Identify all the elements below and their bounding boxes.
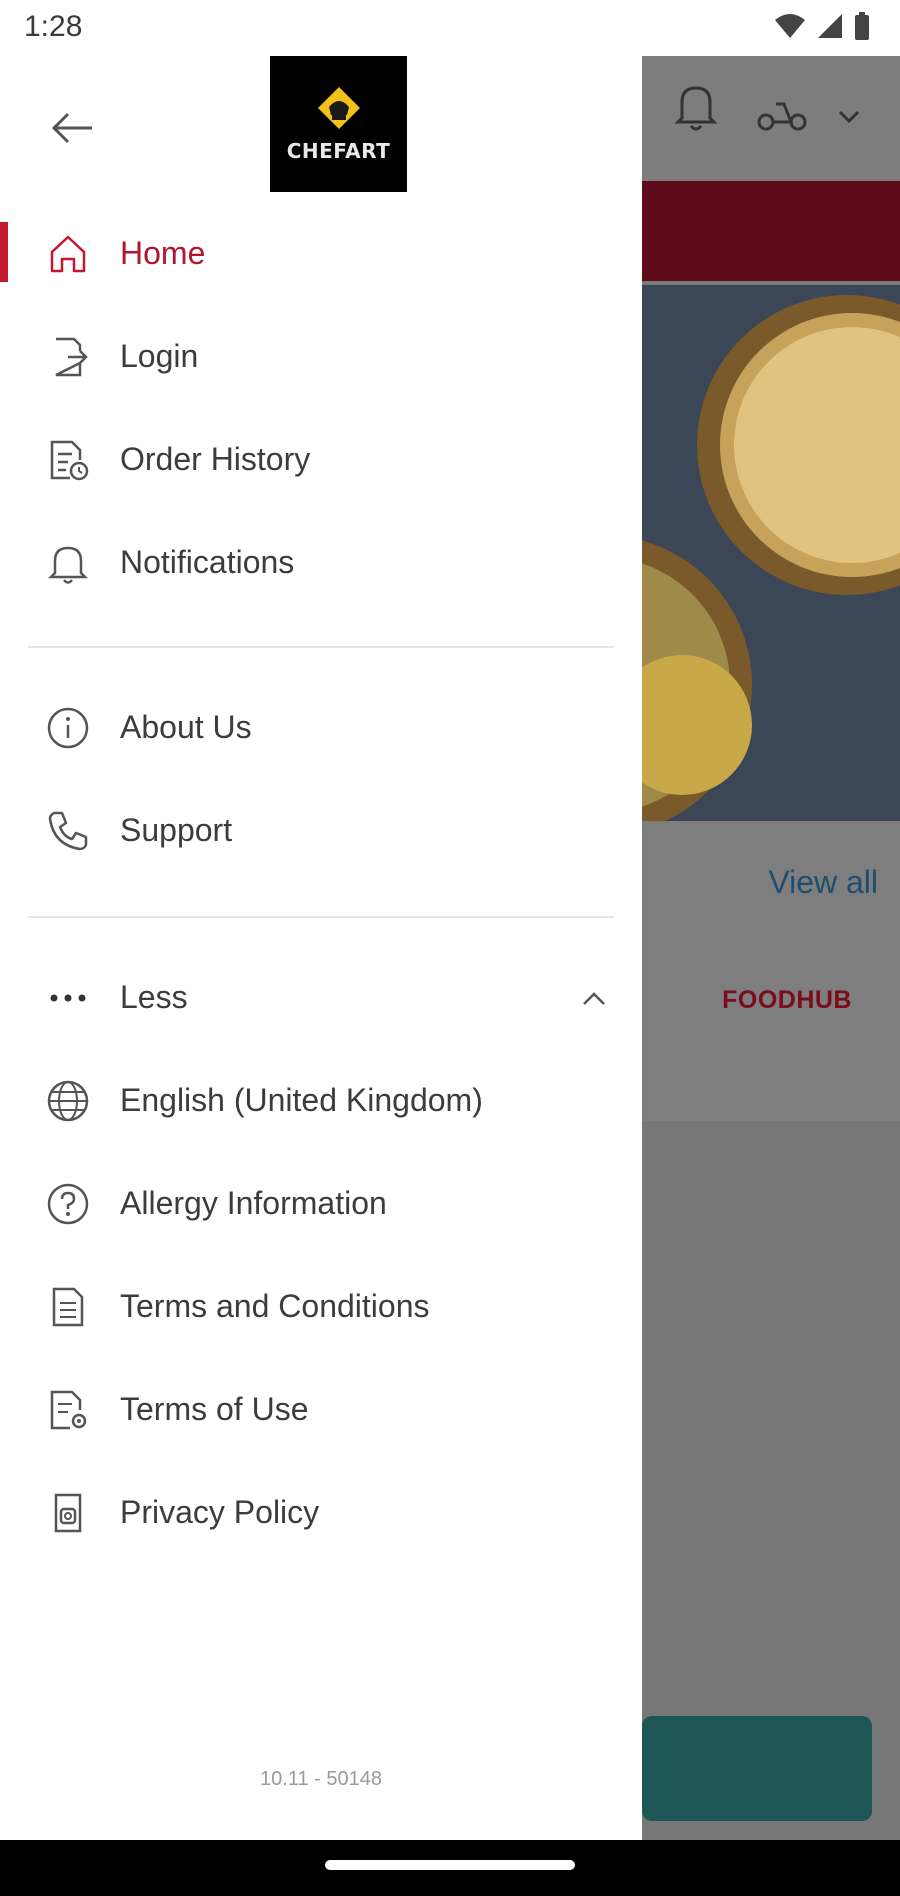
chef-hat-logo-icon <box>317 87 360 129</box>
main-menu: Home Login Order History Notifications <box>0 202 642 614</box>
logo-text: CHEFART <box>286 139 391 163</box>
menu-item-support[interactable]: Support <box>0 779 642 882</box>
menu-item-terms-of-use[interactable]: Terms of Use <box>0 1358 642 1461</box>
status-time: 1:28 <box>24 10 83 43</box>
status-icons <box>774 12 870 40</box>
menu-item-less-toggle[interactable]: Less <box>0 946 642 1049</box>
menu-item-privacy-policy[interactable]: Privacy Policy <box>0 1461 642 1564</box>
background-cta-button[interactable] <box>642 1716 872 1821</box>
menu-item-label: Less <box>120 979 188 1015</box>
menu-item-allergy-information[interactable]: Allergy Information <box>0 1152 642 1255</box>
menu-item-label: About Us <box>120 709 252 745</box>
info-icon <box>44 704 92 752</box>
chevron-down-icon[interactable] <box>838 110 860 124</box>
gesture-nav-bar <box>0 1840 900 1896</box>
foodhub-logo: FOODHUB <box>722 986 852 1014</box>
menu-item-label: Login <box>120 338 199 374</box>
navigation-drawer: CHEFART Home Login Order History Notific… <box>0 56 642 1840</box>
view-all-link[interactable]: View all <box>768 864 878 901</box>
document-icon <box>44 1283 92 1331</box>
pizza-image <box>642 285 900 821</box>
menu-item-language[interactable]: English (United Kingdom) <box>0 1049 642 1152</box>
restaurant-logo: CHEFART <box>270 56 407 192</box>
more-dots-icon <box>44 974 92 1022</box>
document-settings-icon <box>44 1386 92 1434</box>
battery-icon <box>855 12 869 40</box>
app-screen: 1:28 View all FOODHUB CHEFART Home Login… <box>0 0 900 1896</box>
phone-icon <box>44 807 92 855</box>
menu-item-label: Allergy Information <box>120 1185 387 1221</box>
offers-section: View all FOODHUB <box>642 821 900 1121</box>
divider <box>28 646 614 648</box>
delivery-mode-icon <box>757 102 807 131</box>
menu-item-about-us[interactable]: About Us <box>0 676 642 779</box>
menu-item-label: Notifications <box>120 544 295 580</box>
menu-item-label: Support <box>120 812 233 848</box>
menu-item-home[interactable]: Home <box>0 202 642 305</box>
bell-icon <box>44 539 92 587</box>
menu-item-label: Terms of Use <box>120 1391 309 1427</box>
background-lower <box>642 1121 900 1840</box>
wifi-icon <box>775 14 805 38</box>
chevron-up-icon <box>583 991 605 1005</box>
menu-item-order-history[interactable]: Order History <box>0 408 642 511</box>
status-bar: 1:28 <box>0 0 900 56</box>
background-banner <box>642 181 900 281</box>
signal-icon <box>818 14 842 38</box>
bell-icon <box>674 86 718 131</box>
menu-item-notifications[interactable]: Notifications <box>0 511 642 614</box>
home-icon <box>44 230 92 278</box>
privacy-icon <box>44 1489 92 1537</box>
background-app: View all FOODHUB <box>642 56 900 1840</box>
arrow-left-icon <box>51 112 92 144</box>
menu-item-label: Privacy Policy <box>120 1494 320 1530</box>
menu-item-login[interactable]: Login <box>0 305 642 408</box>
back-button[interactable] <box>40 96 104 160</box>
order-history-icon <box>44 436 92 484</box>
background-toolbar <box>642 56 900 181</box>
login-icon <box>44 333 92 381</box>
menu-item-label: Order History <box>120 441 311 477</box>
extra-menu: Less English (United Kingdom) Allergy In… <box>0 946 642 1564</box>
menu-item-terms-and-conditions[interactable]: Terms and Conditions <box>0 1255 642 1358</box>
menu-item-label: Terms and Conditions <box>120 1288 430 1324</box>
app-version: 10.11 - 50148 <box>260 1768 382 1790</box>
help-circle-icon <box>44 1180 92 1228</box>
menu-item-label: Home <box>120 235 206 271</box>
menu-item-label: English (United Kingdom) <box>120 1082 483 1118</box>
info-menu: About Us Support <box>0 676 642 882</box>
divider <box>28 916 614 918</box>
active-indicator <box>0 222 8 282</box>
globe-icon <box>44 1077 92 1125</box>
home-indicator[interactable] <box>325 1860 575 1870</box>
